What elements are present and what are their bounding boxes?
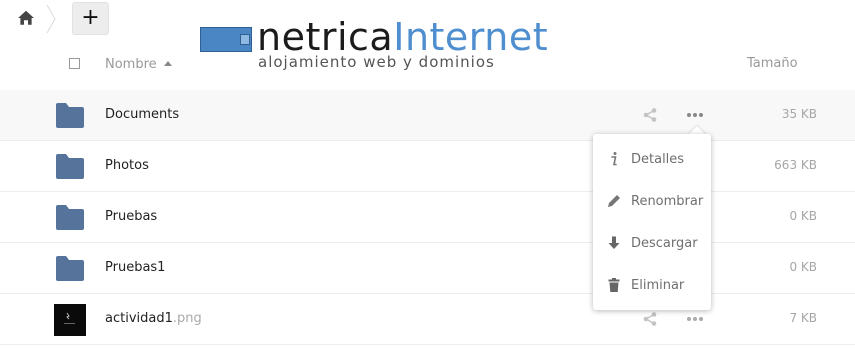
more-actions-icon[interactable] (686, 316, 704, 322)
table-row[interactable]: Pruebas 0 KB (0, 192, 855, 243)
file-size: 7 KB (789, 311, 817, 325)
download-icon (608, 236, 620, 249)
menu-item-details[interactable]: Detalles (593, 139, 711, 181)
folder-icon (56, 154, 84, 179)
file-actions-menu: Detalles Renombrar Descargar Eliminar (593, 134, 711, 310)
image-thumbnail (54, 304, 86, 336)
breadcrumb-separator (46, 4, 56, 34)
file-name[interactable]: Documents (105, 107, 179, 122)
share-icon[interactable] (642, 311, 658, 327)
table-row[interactable]: Documents 35 KB (0, 90, 855, 141)
select-all-checkbox[interactable] (69, 58, 80, 69)
folder-icon (56, 205, 84, 230)
menu-item-download[interactable]: Descargar (593, 223, 711, 265)
table-row[interactable]: Pruebas1 0 KB (0, 243, 855, 294)
file-size: 0 KB (789, 209, 817, 223)
menu-item-delete[interactable]: Eliminar (593, 265, 711, 307)
more-actions-icon[interactable] (686, 112, 704, 118)
file-size: 35 KB (781, 107, 817, 121)
trash-icon (608, 278, 620, 292)
file-name[interactable]: Photos (105, 158, 149, 173)
column-name-header[interactable]: Nombre (105, 57, 157, 72)
column-size-header[interactable]: Tamaño (747, 56, 798, 71)
table-row[interactable]: actividad1.png 7 KB (0, 294, 855, 345)
table-header: Nombre Tamaño (0, 40, 855, 91)
new-button[interactable]: + (72, 2, 109, 35)
home-icon[interactable] (17, 9, 35, 27)
file-name[interactable]: Pruebas (105, 209, 157, 224)
pencil-icon (608, 195, 620, 207)
file-name[interactable]: Pruebas1 (105, 260, 165, 275)
menu-item-rename[interactable]: Renombrar (593, 181, 711, 223)
file-name[interactable]: actividad1.png (105, 311, 202, 326)
file-size: 663 KB (774, 158, 817, 172)
folder-icon (56, 103, 84, 128)
table-row[interactable]: Photos 663 KB (0, 141, 855, 192)
info-icon (611, 152, 617, 166)
sort-ascending-icon (164, 61, 172, 66)
share-icon[interactable] (642, 107, 658, 123)
file-size: 0 KB (789, 260, 817, 274)
folder-icon (56, 256, 84, 281)
